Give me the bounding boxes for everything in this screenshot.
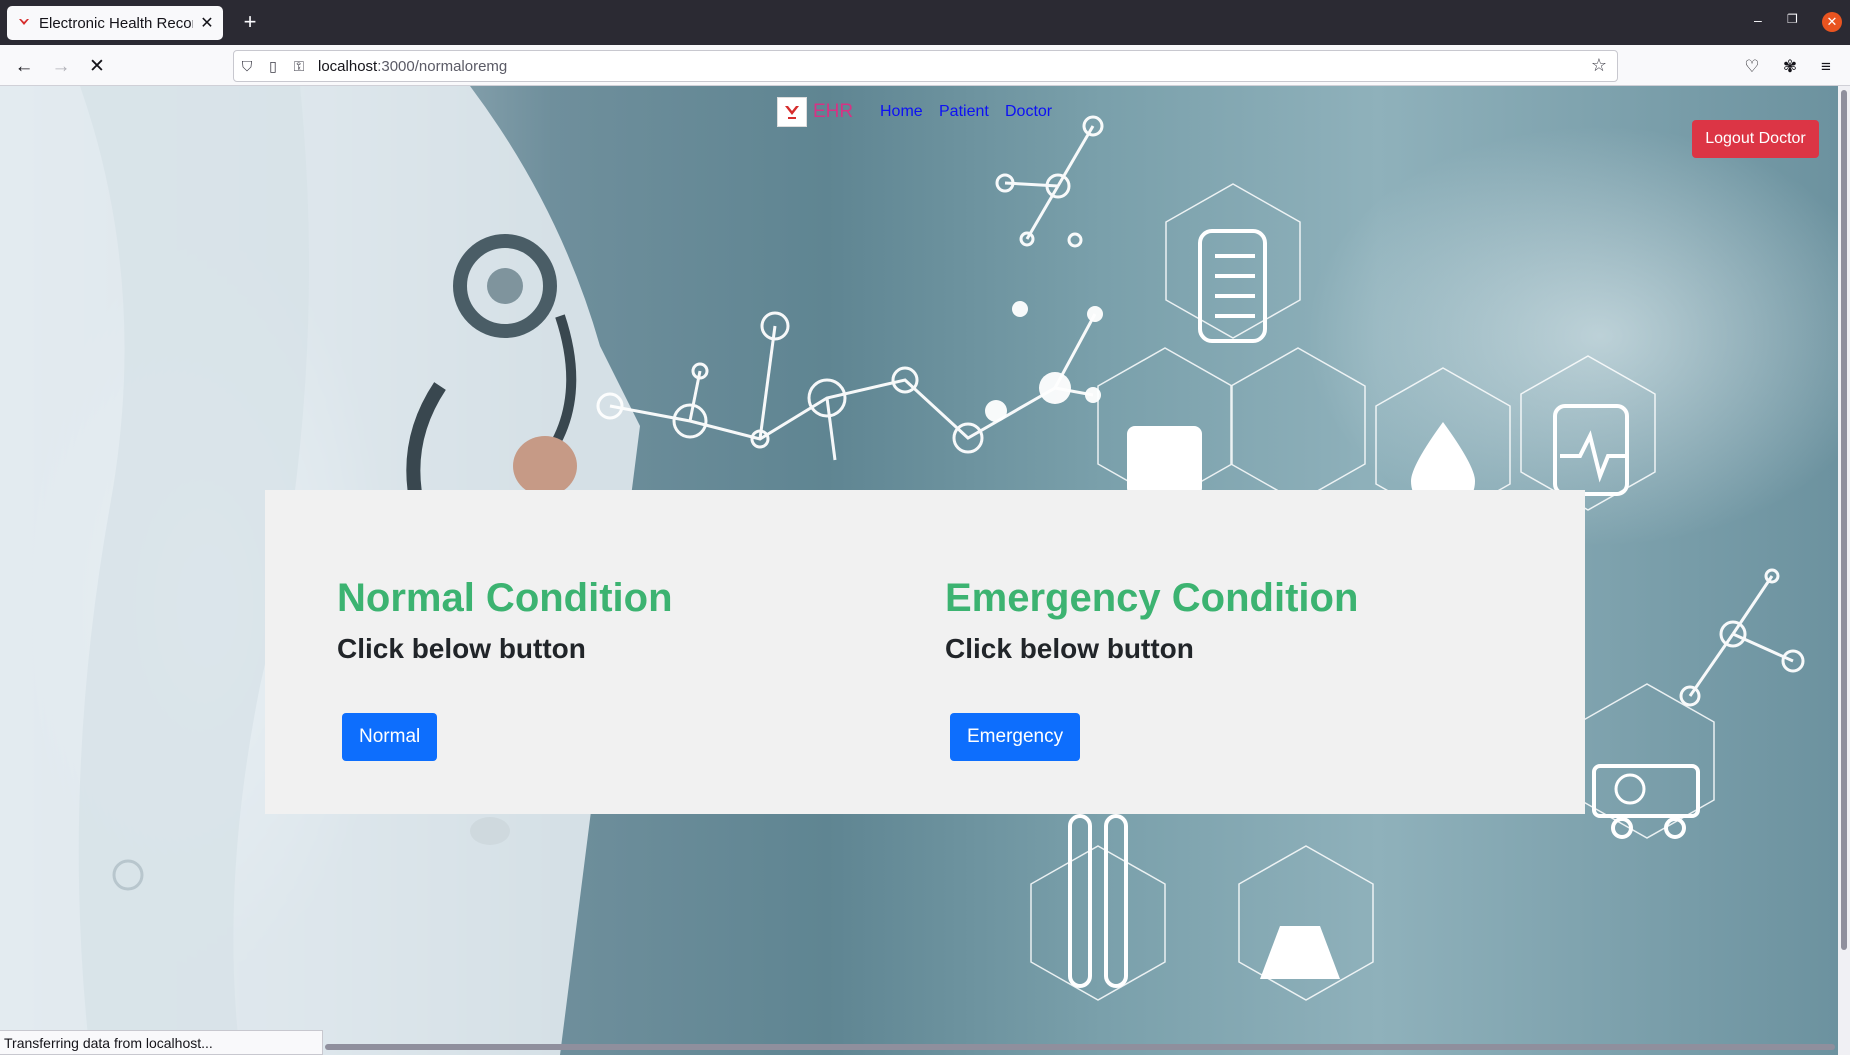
close-window-icon[interactable]: ✕ xyxy=(1822,12,1842,32)
normal-condition-heading: Normal Condition xyxy=(337,576,673,620)
bookmark-star-icon[interactable]: ☆ xyxy=(1591,55,1607,76)
nav-patient-link[interactable]: Patient xyxy=(939,103,989,121)
browser-tab-bar: Electronic Health Record ✕ + – ❐ ✕ xyxy=(0,0,1850,45)
scrollbar-thumb[interactable] xyxy=(1841,90,1847,950)
browser-tab[interactable]: Electronic Health Record ✕ xyxy=(7,6,223,40)
ehr-logo-icon xyxy=(777,97,807,127)
emergency-instruction-text: Click below button xyxy=(945,633,1194,664)
normal-button[interactable]: Normal xyxy=(342,713,438,761)
logout-doctor-button[interactable]: Logout Doctor xyxy=(1692,120,1819,158)
forward-icon[interactable]: → xyxy=(47,53,75,81)
horizontal-scrollbar[interactable] xyxy=(325,1044,1835,1050)
nav-home-link[interactable]: Home xyxy=(880,103,923,121)
brand-name: EHR xyxy=(813,101,854,122)
site-brand[interactable]: EHR xyxy=(777,97,853,127)
emergency-button[interactable]: Emergency xyxy=(950,713,1081,761)
normal-instruction-text: Click below button xyxy=(337,633,586,664)
tab-title: Electronic Health Record xyxy=(39,14,193,32)
new-tab-button[interactable]: + xyxy=(236,9,264,37)
address-bar[interactable]: ⛉ ▯ ⚿ localhost:3000/normaloremg ☆ xyxy=(233,50,1618,82)
shield-icon[interactable]: ⛉ xyxy=(234,58,260,75)
restore-window-icon[interactable]: ❐ xyxy=(1787,12,1798,26)
nav-doctor-link[interactable]: Doctor xyxy=(1005,103,1052,121)
page-viewport: EHR Home Patient Doctor Logout Doctor No… xyxy=(0,86,1838,1055)
page-icon[interactable]: ▯ xyxy=(260,58,286,75)
condition-selection-card: Normal Condition Click below button Norm… xyxy=(265,490,1585,814)
extension-icon[interactable]: ✾ xyxy=(1776,53,1804,81)
tab-close-icon[interactable]: ✕ xyxy=(199,13,215,33)
normal-condition-section: Normal Condition Click below button Norm… xyxy=(337,576,673,761)
vertical-scrollbar[interactable] xyxy=(1838,86,1850,1055)
stop-loading-icon[interactable]: ✕ xyxy=(83,53,111,81)
favicon-icon xyxy=(19,19,29,25)
browser-toolbar: ← → ✕ ⛉ ▯ ⚿ localhost:3000/normaloremg ☆… xyxy=(0,45,1850,86)
key-icon[interactable]: ⚿ xyxy=(286,58,312,75)
back-icon[interactable]: ← xyxy=(10,53,38,81)
status-bar: Transferring data from localhost... xyxy=(0,1030,323,1055)
menu-icon[interactable]: ≡ xyxy=(1812,53,1840,81)
emergency-condition-heading: Emergency Condition xyxy=(945,576,1359,620)
url-text[interactable]: localhost:3000/normaloremg xyxy=(318,58,507,75)
minimize-window-icon[interactable]: – xyxy=(1754,12,1762,28)
pocket-icon[interactable]: ♡ xyxy=(1738,53,1766,81)
emergency-condition-section: Emergency Condition Click below button E… xyxy=(945,576,1359,761)
